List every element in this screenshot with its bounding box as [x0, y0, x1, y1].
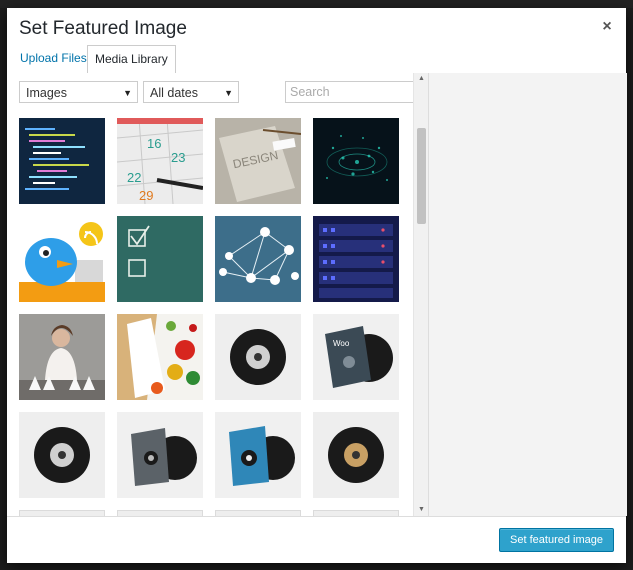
dropdown-arrow-icon: ▼ [123, 88, 132, 98]
attachment-details-sidebar [428, 73, 627, 516]
date-filter-value: All dates [150, 86, 198, 100]
search-input[interactable] [285, 81, 416, 103]
scroll-down-arrow-icon[interactable]: ▼ [417, 505, 426, 515]
tab-media-library[interactable]: Media Library [87, 45, 176, 75]
scroll-up-arrow-icon[interactable]: ▲ [417, 74, 426, 84]
media-item-calendar-pen[interactable]: 16 23 22 29 [117, 118, 203, 204]
media-item-bird-laptop[interactable] [19, 216, 105, 302]
media-item-chalkboard-checklist[interactable] [117, 216, 203, 302]
scrollbar-thumb[interactable] [417, 128, 426, 224]
media-item-vinyl-sleeve-woo[interactable]: Woo [313, 314, 399, 400]
svg-text:Woo: Woo [333, 339, 350, 348]
modal-title: Set Featured Image [19, 18, 187, 39]
svg-text:29: 29 [139, 188, 153, 203]
media-item-digital-tunnel[interactable] [313, 118, 399, 204]
media-item-social-network-globe[interactable] [215, 216, 301, 302]
svg-text:23: 23 [171, 150, 185, 165]
attachments-grid: 16 23 22 29 DESIGN Woo [7, 73, 428, 516]
media-item-code-screen[interactable] [19, 118, 105, 204]
modal-tabs: Upload Files Media Library [7, 45, 626, 75]
grid-scrollbar[interactable]: ▲ ▼ [413, 73, 428, 516]
svg-text:22: 22 [127, 170, 141, 185]
media-item-woman-cups[interactable] [19, 314, 105, 400]
tab-upload-files[interactable]: Upload Files [13, 45, 94, 72]
media-item-vinyl-record-black-2[interactable] [19, 412, 105, 498]
dropdown-arrow-icon: ▼ [224, 88, 233, 98]
svg-text:16: 16 [147, 136, 161, 151]
media-item-vinyl-sleeve-gray[interactable] [117, 412, 203, 498]
media-item-vinyl-sleeve-blue[interactable] [215, 412, 301, 498]
set-featured-image-button[interactable]: Set featured image [499, 528, 614, 552]
media-item-server-rack[interactable] [313, 216, 399, 302]
media-item-vegetables-board[interactable] [117, 314, 203, 400]
media-type-filter-value: Images [26, 86, 67, 100]
media-item-vinyl-record-black[interactable] [215, 314, 301, 400]
featured-image-modal: Set Featured Image × Upload Files Media … [7, 8, 627, 563]
media-type-filter[interactable]: Images ▼ [19, 81, 138, 103]
date-filter[interactable]: All dates ▼ [143, 81, 239, 103]
close-icon[interactable]: × [600, 18, 614, 36]
media-library-content: 16 23 22 29 DESIGN Woo Images ▼ All date… [7, 73, 428, 516]
modal-footer: Set featured image [7, 516, 626, 563]
admin-bar-background [0, 0, 633, 8]
media-item-vinyl-record-gold[interactable] [313, 412, 399, 498]
media-item-notebook-design[interactable]: DESIGN [215, 118, 301, 204]
